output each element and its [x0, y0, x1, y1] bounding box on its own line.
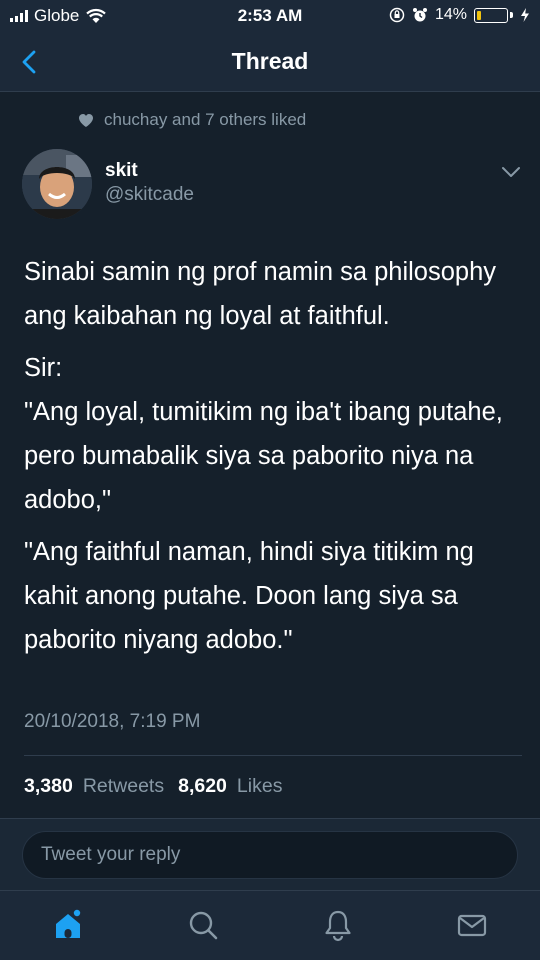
author-name[interactable]: skit: [105, 160, 138, 182]
reply-bar: [0, 819, 540, 890]
social-context[interactable]: chuchay and 7 others liked: [78, 110, 306, 130]
mail-icon: [457, 914, 487, 937]
search-icon: [189, 911, 218, 940]
tab-search[interactable]: [183, 905, 223, 945]
tweet-text: Sinabi samin ng prof namin sa philosophy…: [24, 250, 524, 662]
tweet-paragraph: "Ang faithful naman, hindi siya titikim …: [24, 538, 474, 654]
home-icon: [56, 909, 81, 938]
battery-tip: [510, 12, 513, 18]
tweet-paragraph: "Ang loyal, tumitikim ng iba't ibang put…: [24, 398, 503, 514]
chevron-down-icon: [502, 167, 520, 177]
status-right: 14%: [389, 6, 530, 24]
bell-icon: [325, 910, 351, 942]
retweets-label[interactable]: Retweets: [83, 775, 164, 798]
reply-input[interactable]: [22, 831, 518, 879]
tweet-timestamp: 20/10/2018, 7:19 PM: [24, 711, 201, 732]
tab-notifications[interactable]: [318, 905, 358, 945]
retweets-count[interactable]: 3,380: [24, 775, 73, 798]
battery-percent: 14%: [434, 6, 467, 23]
tweet-options-button[interactable]: [498, 162, 524, 182]
avatar[interactable]: [22, 149, 92, 219]
likes-label[interactable]: Likes: [237, 775, 283, 798]
author-handle[interactable]: @skitcade: [105, 184, 194, 206]
nav-bar: Thread: [0, 32, 540, 92]
likes-count[interactable]: 8,620: [178, 775, 227, 798]
heart-icon: [79, 113, 93, 127]
divider: [24, 755, 522, 756]
avatar-photo: [22, 149, 92, 219]
alarm-icon: [412, 8, 427, 22]
tab-home[interactable]: [48, 905, 88, 945]
tweet-stats: 3,380 Retweets 8,620 Likes: [24, 775, 286, 798]
battery-fill: [477, 10, 481, 20]
status-bar: Globe 2:53 AM 14%: [0, 0, 540, 32]
tweet-paragraph: Sir:: [24, 354, 63, 382]
page-title: Thread: [231, 48, 309, 74]
social-context-text: chuchay and 7 others liked: [104, 110, 307, 129]
battery-icon: [474, 7, 508, 23]
rotation-lock-icon: [389, 7, 405, 23]
tab-messages[interactable]: [452, 905, 492, 945]
tweet-paragraph: Sinabi samin ng prof namin sa philosophy…: [24, 258, 497, 330]
tab-bar: [0, 890, 540, 960]
charging-icon: [521, 8, 529, 22]
